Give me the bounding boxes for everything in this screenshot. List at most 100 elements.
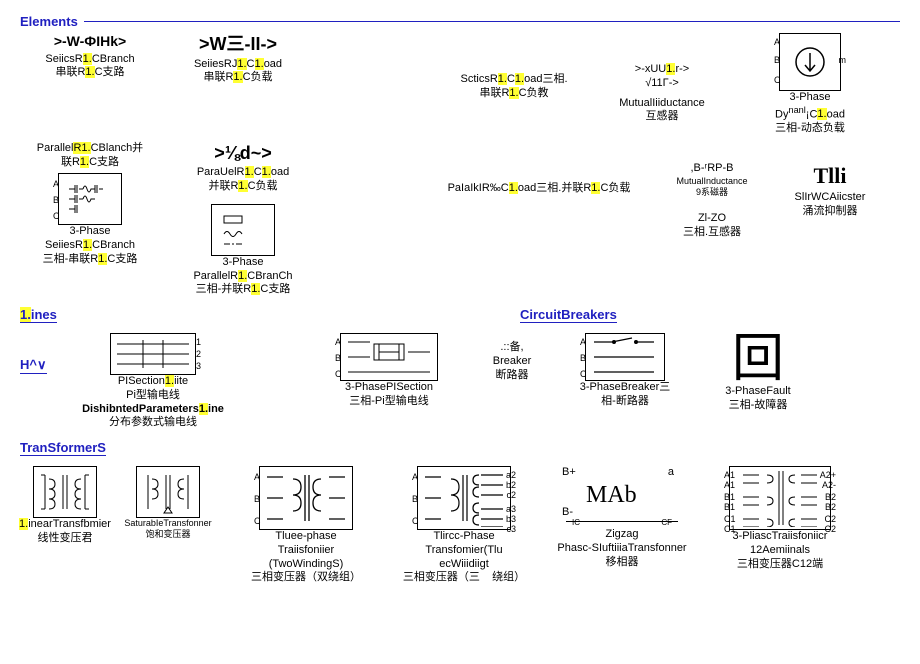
label4: SeiiesR1.CBranch bbox=[45, 239, 135, 253]
label3: 3-Phase bbox=[223, 256, 264, 270]
3phase-transformer-2w-icon: A B C bbox=[259, 466, 353, 530]
label-zh: 联R1.C支路 bbox=[61, 156, 119, 170]
label: SeiicsR1.CBranch bbox=[45, 53, 134, 67]
parallel-rlc-load-icon: >⅛d~> bbox=[214, 142, 272, 165]
label: Zigzag bbox=[605, 528, 638, 542]
item-pi-section-line[interactable]: 123 PISection1.iite Pi型输电线 DishibntedPar… bbox=[68, 333, 238, 430]
section-transformers: TranSformerS bbox=[20, 440, 106, 456]
label: MutualInductance bbox=[676, 176, 747, 187]
series-rlc-branch-icon: >-W-ФIHk> bbox=[54, 33, 126, 51]
label4: 三相.互感器 bbox=[683, 226, 741, 240]
saturable-transformer-icon bbox=[136, 466, 200, 518]
item-mutual-inductance[interactable]: >-xUU1.r-> √11Γ-> MutualIiiductance 互感器 bbox=[592, 63, 732, 124]
label: SaturabIeTransfonner bbox=[124, 518, 211, 529]
label4: ParallelR1.CBranCh bbox=[193, 270, 292, 284]
3phase-pi-section-icon: A B C bbox=[340, 333, 438, 381]
breaker-icon: .::备, bbox=[500, 341, 523, 355]
label: SeiiesRJ1.C1.oad bbox=[194, 58, 282, 72]
label2: Dynanl¡C1.oad bbox=[775, 105, 845, 122]
label-zh: 三相-动态负载 bbox=[775, 122, 845, 136]
dynamic-load-icon: A B C m bbox=[779, 33, 841, 91]
item-zigzag-transformer[interactable]: B+ a MAb B- IC CF Zigzag Phasc-SIuftiiia… bbox=[542, 466, 702, 569]
item-parallel-rlc-load[interactable]: >⅛d~> ParaUelR1.C1.oad 并联R1.C负载 3-Phase … bbox=[168, 142, 318, 297]
label2: Phasc-SIuftiiiaTransfonner bbox=[557, 542, 686, 556]
label4: 分布参数式输电线 bbox=[109, 416, 197, 430]
item-3phase-mutual-inductance[interactable]: ,B-ʳRP-B MutualInductance 9系磁器 Zl-ZO 三相.… bbox=[662, 162, 762, 240]
label-zh: 互感器 bbox=[646, 110, 679, 124]
label: ParaUelR1.C1.oad bbox=[197, 166, 289, 180]
3phase-transformer-12t-icon: A1A1 B1B1 C1C1 A2+A2- B2B2 C2C2 bbox=[729, 466, 831, 530]
label: 3-PhaseBreaker三 bbox=[580, 381, 671, 395]
item-3phase-series-rlc-load[interactable]: ScticsR1.C1.oad三相. 串联R1.C负教 bbox=[444, 73, 584, 101]
label3: Zl-ZO bbox=[698, 212, 726, 226]
label-zh: 涌流抑制器 bbox=[803, 205, 858, 219]
section-circuit-breakers: CircuitBreakers bbox=[520, 307, 617, 323]
rule bbox=[84, 21, 900, 22]
mutual-b-icon: ,B-ʳRP-B bbox=[691, 162, 734, 176]
label: Breaker bbox=[493, 355, 532, 369]
item-3phase-transformer-12t[interactable]: A1A1 B1B1 C1C1 A2+A2- B2B2 C2C2 3-Pliasc… bbox=[710, 466, 850, 571]
label3: 3-Phase bbox=[70, 225, 111, 239]
label: 3-Phase bbox=[790, 91, 831, 105]
label3: (TwoWindingS) bbox=[269, 558, 344, 572]
label-zh: 线性变压君 bbox=[38, 532, 93, 546]
3phase-breaker-icon: A B C bbox=[585, 333, 665, 381]
3phase-series-rlc-icon: A B C bbox=[58, 173, 122, 225]
label-zh: 相-断路器 bbox=[601, 395, 649, 409]
label: PaIaIkIR‰C1.oad三相.并联R1.C负载 bbox=[448, 182, 631, 196]
label-zh: 移相器 bbox=[606, 556, 639, 570]
section-lines: 1.ines bbox=[20, 307, 57, 323]
label-zh: 三相-故障器 bbox=[729, 399, 788, 413]
label-zh: 断路器 bbox=[496, 369, 529, 383]
3phase-parallel-rlc-icon bbox=[211, 204, 275, 256]
section-elements-label: Elements bbox=[20, 14, 78, 29]
linear-transformer-icon bbox=[33, 466, 97, 518]
label: Tlircc-Phase bbox=[433, 530, 494, 544]
item-3phase-breaker[interactable]: A B C 3-PhaseBreaker三 相-断路器 bbox=[560, 333, 690, 409]
item-3phase-pi-section[interactable]: A B C 3-PhasePISection 三相-Pi型输电线 bbox=[314, 333, 464, 409]
label: SlIrWCAiicster bbox=[795, 191, 866, 205]
label: Tluee-phase bbox=[275, 530, 336, 544]
item-series-rlc-load[interactable]: >W三-II-> SeiiesRJ1.C1.oad 串联R1.C负载 bbox=[168, 33, 308, 85]
label2: 9系磁器 bbox=[696, 187, 728, 198]
item-breaker[interactable]: .::备, Breaker 断路器 bbox=[472, 341, 552, 382]
label-zh: 饱和变压器 bbox=[145, 529, 190, 540]
label5: 三相-串联R1.C支路 bbox=[43, 253, 138, 267]
label-zh: 串联R1.C支路 bbox=[55, 66, 124, 80]
item-3phase-transformer-2w[interactable]: A B C Tluee-phase Traiisfoniier (TwoWind… bbox=[226, 466, 386, 585]
item-series-rlc-branch[interactable]: >-W-ФIHk> SeiicsR1.CBranch 串联R1.C支路 bbox=[20, 33, 160, 80]
section-hv: H^∨ bbox=[20, 357, 47, 374]
series-rlc-load-icon: >W三-II-> bbox=[199, 33, 277, 56]
item-surge-arrester[interactable]: Tlli SlIrWCAiicster 涌流抑制器 bbox=[770, 162, 890, 219]
label: 3-PliascTraiisfoniicr bbox=[733, 530, 828, 544]
item-3phase-dynamic-load[interactable]: A B C m 3-Phase Dynanl¡C1.oad 三相-动态负载 bbox=[740, 33, 880, 136]
label3: DishibntedParameters1.ine bbox=[82, 403, 224, 417]
3phase-transformer-3w-icon: A B C a2b2c2 a3b3c3 bbox=[417, 466, 511, 530]
section-elements: Elements bbox=[20, 14, 900, 29]
label5: 三相-并联R1.C支路 bbox=[196, 283, 291, 297]
label-zh: 三相变压器（双绕组） bbox=[251, 571, 361, 585]
item-linear-transformer[interactable]: 1.inearTransfbmier 线性变压君 bbox=[20, 466, 110, 546]
zigzag-icon: B+ a MAb B- IC CF bbox=[562, 466, 682, 528]
label: 3-PhasePISection bbox=[345, 381, 433, 395]
label-zh: 三相变压器C12端 bbox=[737, 558, 823, 572]
item-3phase-fault[interactable]: 回 3-PhaseFault 三相-故障器 bbox=[698, 333, 818, 413]
label: ScticsR1.C1.oad三相. bbox=[460, 73, 567, 87]
label3: ecWiiidiigt bbox=[439, 558, 489, 572]
label: MutualIiiductance bbox=[619, 97, 705, 111]
label-zh: 串联R1.C负载 bbox=[203, 71, 272, 85]
label: ParallelR1.CBlanch并 bbox=[37, 142, 143, 156]
label2: Transfomier(Tlu bbox=[425, 544, 502, 558]
label: 1.inearTransfbmier bbox=[19, 518, 111, 532]
item-saturable-transformer[interactable]: SaturabIeTransfonner 饱和变压器 bbox=[118, 466, 218, 541]
label2: Traiisfoniier bbox=[278, 544, 334, 558]
label: 3-PhaseFault bbox=[725, 385, 790, 399]
label: PISection1.iite bbox=[118, 375, 188, 389]
item-parallel-rlc-branch[interactable]: ParallelR1.CBlanch并 联R1.C支路 A B C 3-Phas… bbox=[20, 142, 160, 267]
3phase-fault-icon: 回 bbox=[732, 333, 784, 385]
item-3phase-parallel-rlc-load[interactable]: PaIaIkIR‰C1.oad三相.并联R1.C负载 bbox=[424, 182, 654, 196]
label-zh: 三相变压器（三 绕组） bbox=[403, 571, 525, 585]
item-3phase-transformer-3w[interactable]: A B C a2b2c2 a3b3c3 Tlircc-Phase Transfo… bbox=[394, 466, 534, 585]
label-zh: 三相-Pi型输电线 bbox=[349, 395, 428, 409]
mutual-inductance-icon2: √11Γ-> bbox=[645, 77, 679, 91]
